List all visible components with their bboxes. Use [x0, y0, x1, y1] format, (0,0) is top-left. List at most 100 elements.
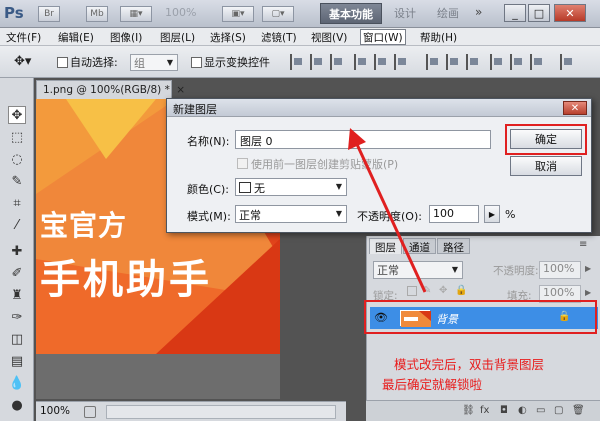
healing-brush-tool-icon[interactable]: ✚: [8, 242, 26, 260]
distribute-top-icon[interactable]: [426, 54, 440, 70]
auto-select-target-select[interactable]: 组 ▼: [130, 54, 178, 71]
show-transform-checkbox[interactable]: [191, 57, 202, 68]
view-extras-icon[interactable]: ▦▾: [120, 6, 152, 22]
quick-select-tool-icon[interactable]: ✎: [8, 172, 26, 190]
distribute-hcenter-icon[interactable]: [510, 54, 524, 70]
chevron-right-icon[interactable]: ▶: [585, 264, 591, 273]
auto-select-label: 自动选择:: [70, 56, 118, 69]
status-info-icon[interactable]: [84, 406, 96, 418]
minimize-button[interactable]: _: [504, 4, 526, 22]
new-layer-icon[interactable]: ▢: [554, 405, 563, 416]
menu-layer[interactable]: 图层(L): [160, 30, 195, 44]
align-bottom-icon[interactable]: [330, 54, 344, 70]
menu-image[interactable]: 图像(I): [110, 30, 142, 44]
align-right-icon[interactable]: [394, 54, 408, 70]
blur-tool-icon[interactable]: 💧: [8, 374, 26, 392]
marquee-tool-icon[interactable]: ⬚: [8, 128, 26, 146]
color-label: 颜色(C):: [187, 183, 229, 196]
arrange-documents-icon[interactable]: ▣▾: [222, 6, 254, 22]
new-group-icon[interactable]: ▭: [536, 405, 545, 416]
workspace-basic-button[interactable]: 基本功能: [320, 3, 382, 24]
horizontal-scrollbar[interactable]: [106, 405, 336, 419]
menu-filter[interactable]: 滤镜(T): [261, 30, 297, 44]
menu-window[interactable]: 窗口(W): [360, 29, 406, 45]
tab-paths[interactable]: 路径: [437, 238, 470, 254]
close-icon[interactable]: ×: [176, 84, 185, 96]
lock-transparency-icon[interactable]: [407, 286, 417, 296]
ok-highlight-box: [505, 124, 587, 155]
layer-mask-icon[interactable]: ◘: [500, 405, 508, 416]
distribute-bottom-icon[interactable]: [466, 54, 480, 70]
opacity-input[interactable]: 100: [429, 205, 479, 223]
annotation-line2: 最后确定就解锁啦: [382, 377, 483, 392]
cancel-button[interactable]: 取消: [510, 156, 582, 176]
menu-edit[interactable]: 编辑(E): [58, 30, 94, 44]
bridge-icon[interactable]: Br: [38, 6, 60, 22]
lasso-tool-icon[interactable]: ◌: [8, 150, 26, 168]
crop-tool-icon[interactable]: ⌗: [8, 194, 26, 212]
opacity-unit: %: [505, 208, 516, 221]
dialog-titlebar[interactable]: 新建图层 ✕: [167, 99, 591, 117]
status-bar: 100%: [36, 401, 346, 421]
mode-select[interactable]: 正常 ▼: [235, 205, 347, 223]
banner-text-line1: 宝官方: [40, 209, 128, 242]
distribute-left-icon[interactable]: [490, 54, 504, 70]
menu-view[interactable]: 视图(V): [311, 30, 347, 44]
annotation-text: 模式改完后，双击背景图层 最后确定就解锁啦: [382, 355, 544, 395]
layer-blend-mode-value: 正常: [377, 264, 399, 277]
document-tab[interactable]: 1.png @ 100%(RGB/8) * ×: [36, 80, 185, 99]
menu-file[interactable]: 文件(F): [6, 30, 41, 44]
workspace-paint-button[interactable]: 绘画: [437, 5, 465, 21]
clone-stamp-tool-icon[interactable]: ♜: [8, 286, 26, 304]
align-vcenter-icon[interactable]: [310, 54, 324, 70]
zoom-level[interactable]: 100%: [165, 6, 211, 22]
align-left-icon[interactable]: [354, 54, 368, 70]
layer-blend-mode-select[interactable]: 正常 ▼: [373, 261, 463, 279]
restore-button[interactable]: □: [528, 4, 550, 22]
screen-mode-icon[interactable]: ▢▾: [262, 6, 294, 22]
history-brush-tool-icon[interactable]: ✑: [8, 308, 26, 326]
move-tool-icon[interactable]: ✥: [8, 106, 26, 124]
auto-align-icon[interactable]: [560, 54, 574, 70]
dialog-close-button[interactable]: ✕: [563, 101, 587, 115]
align-hcenter-icon[interactable]: [374, 54, 388, 70]
workspace-more-icon[interactable]: »: [475, 5, 482, 19]
chevron-down-icon: ▼: [166, 58, 173, 67]
layer-opacity-input[interactable]: 100%: [539, 261, 581, 279]
opacity-slider-toggle[interactable]: ▶: [484, 205, 500, 223]
tab-layers[interactable]: 图层: [369, 238, 402, 254]
eyedropper-tool-icon[interactable]: ⁄: [8, 216, 26, 234]
opacity-label: 不透明度(O):: [357, 210, 422, 223]
distribute-vcenter-icon[interactable]: [446, 54, 460, 70]
distribute-right-icon[interactable]: [530, 54, 544, 70]
minibridge-icon[interactable]: Mb: [86, 6, 108, 22]
align-top-icon[interactable]: [290, 54, 304, 70]
menu-select[interactable]: 选择(S): [210, 30, 246, 44]
menu-bar: 文件(F) 编辑(E) 图像(I) 图层(L) 选择(S) 滤镜(T) 视图(V…: [0, 28, 600, 46]
chevron-right-icon[interactable]: ▶: [585, 288, 591, 297]
lock-move-icon[interactable]: ✥: [439, 285, 447, 296]
use-previous-clipping-mask-checkbox[interactable]: [237, 158, 248, 169]
panel-menu-icon[interactable]: ≡: [579, 239, 587, 250]
eraser-tool-icon[interactable]: ◫: [8, 330, 26, 348]
move-tool-preset-icon[interactable]: ✥▾: [14, 54, 31, 69]
gradient-tool-icon[interactable]: ▤: [8, 352, 26, 370]
menu-help[interactable]: 帮助(H): [420, 30, 457, 44]
close-button[interactable]: ✕: [554, 4, 586, 22]
link-layers-icon[interactable]: ⛓: [462, 405, 475, 416]
layer-name-input[interactable]: 图层 0: [235, 130, 491, 149]
toolbox: ✥ ⬚ ◌ ✎ ⌗ ⁄ ✚ ✐ ♜ ✑ ◫ ▤ 💧 ●: [0, 78, 34, 421]
auto-select-checkbox[interactable]: [57, 57, 68, 68]
workspace-design-button[interactable]: 设计: [394, 5, 422, 21]
color-select[interactable]: 无 ▼: [235, 178, 347, 196]
tab-channels[interactable]: 通道: [403, 238, 436, 254]
lock-paint-icon[interactable]: ✎: [423, 285, 431, 296]
chevron-down-icon: ▼: [335, 182, 342, 191]
lock-all-icon[interactable]: 🔒: [455, 285, 467, 296]
layer-style-icon[interactable]: fx: [480, 405, 489, 416]
dodge-tool-icon[interactable]: ●: [8, 396, 26, 414]
delete-layer-icon[interactable]: 🗑: [572, 405, 585, 416]
status-zoom[interactable]: 100%: [40, 405, 70, 417]
adjustment-layer-icon[interactable]: ◐: [518, 405, 527, 416]
brush-tool-icon[interactable]: ✐: [8, 264, 26, 282]
